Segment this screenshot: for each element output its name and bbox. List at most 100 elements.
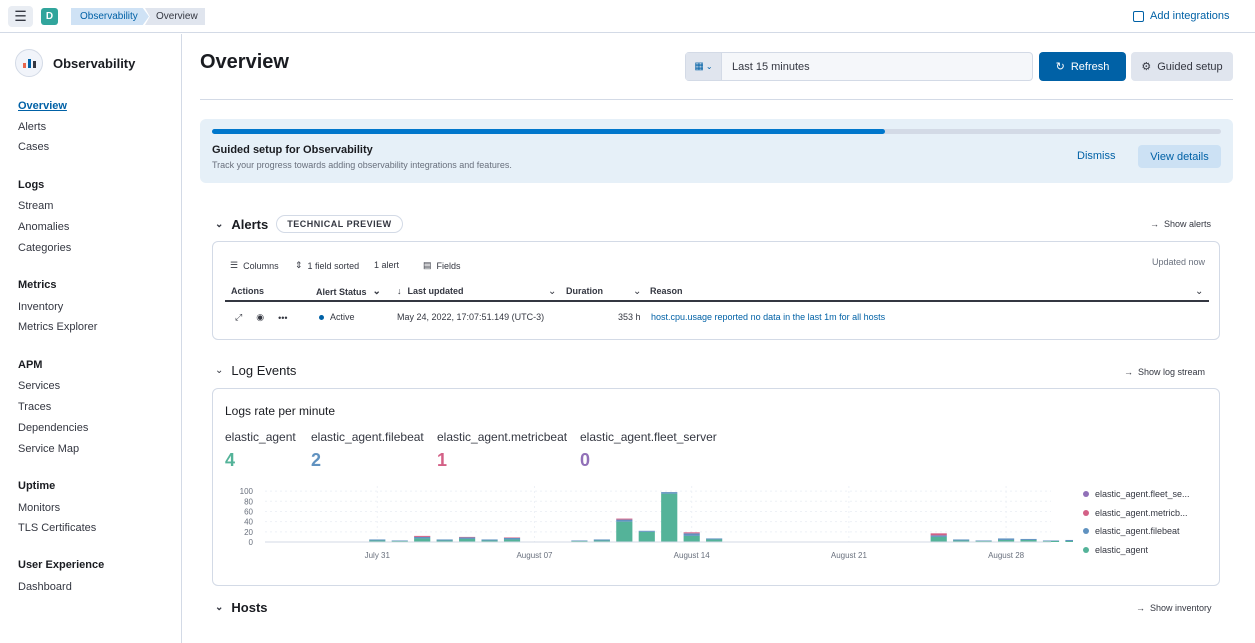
menu-icon[interactable]: ☰ bbox=[8, 6, 33, 27]
chart-bar bbox=[616, 519, 633, 522]
chart-bar bbox=[683, 532, 700, 534]
chart-bar bbox=[953, 539, 970, 541]
wrench-icon: ⚙ bbox=[1141, 61, 1152, 73]
log-events-section-header[interactable]: ⌄ Log Events bbox=[215, 363, 296, 378]
sort-icon: ⇕ bbox=[295, 260, 303, 270]
refresh-icon: ↻ bbox=[1055, 61, 1065, 73]
calendar-icon[interactable]: ▦ ⌄ bbox=[686, 53, 722, 80]
alert-status-cell: Active bbox=[319, 312, 355, 322]
sidebar-heading-logs: Logs bbox=[18, 179, 45, 191]
reason-link[interactable]: host.cpu.usage reported no data in the l… bbox=[651, 312, 885, 322]
page-title: Overview bbox=[200, 51, 289, 73]
chart-bar bbox=[975, 540, 992, 541]
sidebar-item-service-map[interactable]: Service Map bbox=[18, 443, 79, 455]
chevron-down-icon: ⌄ bbox=[372, 286, 381, 297]
legend-item[interactable]: elastic_agent.filebeat bbox=[1083, 522, 1190, 541]
columns-button[interactable]: ☰ Columns bbox=[230, 260, 279, 271]
chevron-down-icon: ⌄ bbox=[215, 365, 224, 376]
sort-button[interactable]: ⇕ 1 field sorted bbox=[295, 260, 359, 271]
legend-label: elastic_agent.filebeat bbox=[1095, 526, 1180, 537]
chart-bar bbox=[998, 538, 1015, 540]
alerts-section-header[interactable]: ⌄ Alerts TECHNICAL PREVIEW bbox=[215, 215, 403, 233]
top-bar: ☰ D Observability Overview Add integrati… bbox=[0, 0, 1255, 33]
col-last-updated[interactable]: ↓ Last updated bbox=[397, 286, 464, 296]
guided-setup-subtitle: Track your progress towards adding obser… bbox=[212, 160, 512, 170]
guided-setup-button[interactable]: ⚙ Guided setup bbox=[1131, 52, 1233, 81]
show-inventory-label: Show inventory bbox=[1150, 603, 1212, 613]
sidebar-item-dashboard[interactable]: Dashboard bbox=[18, 581, 72, 593]
sidebar-item-inventory[interactable]: Inventory bbox=[18, 301, 63, 313]
expand-icon[interactable]: ⤢ bbox=[235, 312, 242, 323]
fields-button[interactable]: ▤ Fields bbox=[423, 260, 461, 271]
sidebar-item-monitors[interactable]: Monitors bbox=[18, 502, 60, 514]
arrow-right-icon: → bbox=[1136, 603, 1145, 613]
more-icon[interactable]: ••• bbox=[278, 313, 287, 323]
sidebar-header: Observability bbox=[15, 49, 135, 77]
chart-bar bbox=[459, 536, 476, 538]
col-alert-status[interactable]: Alert Status ⌄ bbox=[316, 286, 381, 297]
chevron-down-icon: ⌄ bbox=[215, 218, 224, 230]
legend-item[interactable]: elastic_agent.metricb... bbox=[1083, 504, 1190, 523]
show-alerts-link[interactable]: → Show alerts bbox=[1150, 219, 1211, 229]
guided-setup-progress-fill bbox=[212, 129, 885, 134]
chart-bar bbox=[706, 538, 723, 540]
sidebar-item-overview[interactable]: Overview bbox=[18, 100, 67, 112]
sidebar-item-anomalies[interactable]: Anomalies bbox=[18, 221, 69, 233]
legend-label: elastic_agent.metricb... bbox=[1095, 507, 1188, 518]
alert-count: 1 alert bbox=[374, 260, 400, 270]
col-actions: Actions bbox=[231, 286, 265, 296]
eye-icon[interactable]: ◉ bbox=[256, 312, 264, 323]
chart-bar bbox=[616, 521, 633, 542]
col-reason[interactable]: Reason bbox=[650, 286, 683, 296]
space-avatar[interactable]: D bbox=[41, 8, 58, 25]
breadcrumb-observability[interactable]: Observability bbox=[71, 8, 149, 25]
show-inventory-link[interactable]: → Show inventory bbox=[1136, 603, 1212, 613]
chart-bar bbox=[638, 530, 655, 532]
refresh-label: Refresh bbox=[1070, 60, 1110, 73]
guided-setup-progress bbox=[212, 129, 1221, 134]
date-range-text[interactable]: Last 15 minutes bbox=[722, 61, 810, 73]
sidebar-item-services[interactable]: Services bbox=[18, 380, 60, 392]
chart-bar bbox=[930, 536, 947, 542]
sidebar-item-metrics-explorer[interactable]: Metrics Explorer bbox=[18, 321, 97, 333]
metric-value: 4 bbox=[225, 450, 236, 470]
metric-metricbeat: elastic_agent.metricbeat 1 bbox=[437, 430, 567, 471]
sidebar-item-dependencies[interactable]: Dependencies bbox=[18, 422, 88, 434]
date-picker[interactable]: ▦ ⌄ Last 15 minutes bbox=[685, 52, 1033, 81]
legend-item[interactable]: elastic_agent.fleet_se... bbox=[1083, 485, 1190, 504]
chevron-down-icon[interactable]: ⌄ bbox=[633, 286, 641, 297]
chevron-down-icon[interactable]: ⌄ bbox=[1195, 286, 1203, 297]
sidebar-item-traces[interactable]: Traces bbox=[18, 401, 51, 413]
chart-bar bbox=[503, 537, 521, 540]
col-duration[interactable]: Duration bbox=[566, 286, 603, 296]
hosts-section-header[interactable]: ⌄ Hosts bbox=[215, 600, 268, 615]
refresh-button[interactable]: ↻ Refresh bbox=[1039, 52, 1126, 81]
x-tick-label: July 31 bbox=[365, 551, 391, 560]
guided-setup-title: Guided setup for Observability bbox=[212, 144, 373, 156]
legend-label: elastic_agent.fleet_se... bbox=[1095, 489, 1190, 500]
sidebar-item-tls-certificates[interactable]: TLS Certificates bbox=[18, 522, 96, 534]
sidebar-item-alerts[interactable]: Alerts bbox=[18, 121, 46, 133]
header-divider bbox=[200, 99, 1233, 100]
chart-bar bbox=[391, 540, 408, 541]
sidebar-item-cases[interactable]: Cases bbox=[18, 141, 49, 153]
sidebar-item-stream[interactable]: Stream bbox=[18, 200, 53, 212]
sidebar-heading-metrics: Metrics bbox=[18, 279, 57, 291]
view-details-button[interactable]: View details bbox=[1138, 145, 1221, 168]
show-log-stream-link[interactable]: → Show log stream bbox=[1124, 367, 1205, 377]
columns-label: Columns bbox=[243, 260, 279, 271]
chart-legend: elastic_agent.fleet_se... elastic_agent.… bbox=[1083, 485, 1190, 559]
sidebar-title: Observability bbox=[53, 55, 136, 71]
chart-bar bbox=[369, 539, 386, 541]
alerts-title: Alerts bbox=[231, 216, 269, 232]
legend-item[interactable]: elastic_agent bbox=[1083, 541, 1190, 560]
duration-cell: 353 h bbox=[618, 312, 641, 322]
updated-status: Updated now bbox=[1152, 257, 1206, 267]
integrations-icon bbox=[1133, 10, 1144, 22]
y-tick-label: 80 bbox=[244, 497, 253, 506]
dismiss-button[interactable]: Dismiss bbox=[1077, 150, 1116, 162]
add-integrations-link[interactable]: Add integrations bbox=[1133, 10, 1230, 22]
sidebar-heading-user-experience: User Experience bbox=[18, 559, 105, 571]
sidebar-item-categories[interactable]: Categories bbox=[18, 242, 71, 254]
chevron-down-icon[interactable]: ⌄ bbox=[548, 286, 556, 297]
